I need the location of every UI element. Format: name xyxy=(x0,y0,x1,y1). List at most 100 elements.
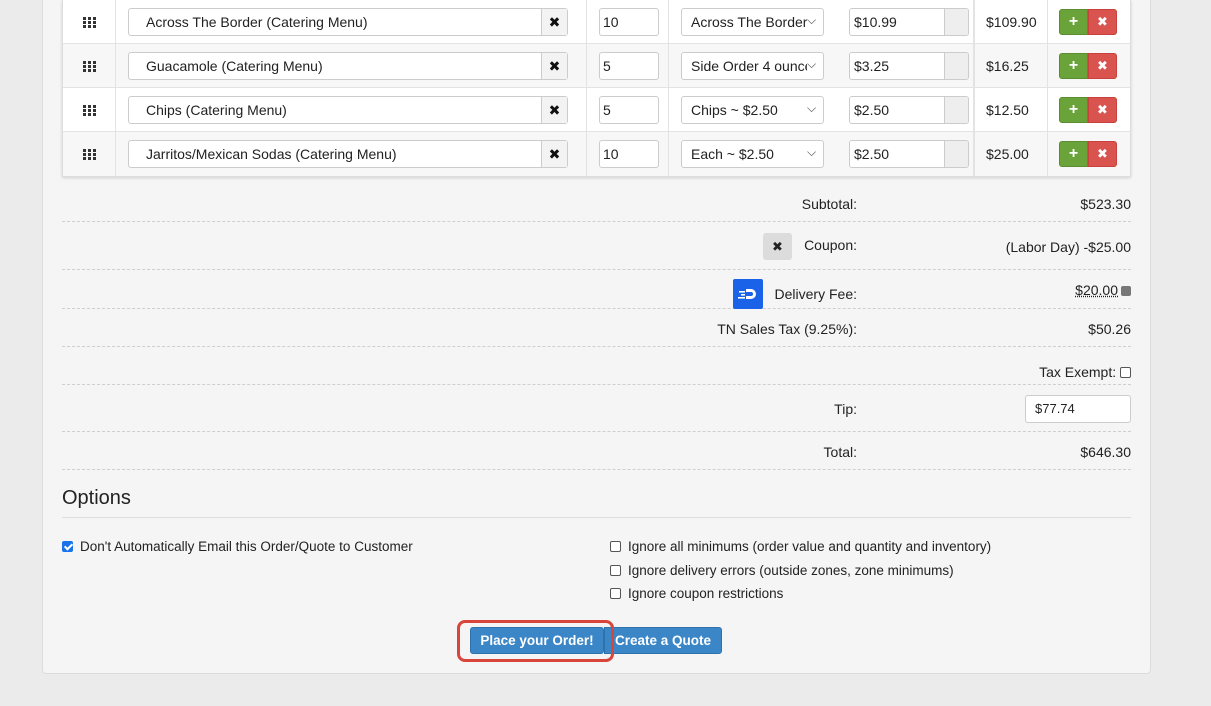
item-name-field[interactable]: Across The Border (Catering Menu) ✖ xyxy=(128,8,568,36)
ignore-minimums-option[interactable]: Ignore all minimums (order value and qua… xyxy=(610,539,991,554)
tax-exempt-control[interactable]: Tax Exempt: xyxy=(1039,364,1131,380)
item-option-select[interactable]: Each ~ $2.50 ⌵ xyxy=(681,140,824,168)
table-row: Across The Border (Catering Menu) ✖ 10 A… xyxy=(63,0,1130,44)
options-divider xyxy=(62,517,1131,518)
highlight-annotation xyxy=(457,620,614,662)
item-option-value: Across The Border xyxy=(691,14,808,30)
line-total: $25.00 xyxy=(986,146,1029,162)
tax-exempt-row: Tax Exempt: xyxy=(62,347,1131,385)
tip-label: Tip: xyxy=(834,401,857,417)
quantity-input[interactable]: 10 xyxy=(599,140,659,168)
quantity-input[interactable]: 5 xyxy=(599,96,659,124)
delivery-fee-label: Delivery Fee: xyxy=(774,286,857,302)
dont-email-option[interactable]: Don't Automatically Email this Order/Quo… xyxy=(62,539,413,554)
subtotal-row: Subtotal: $523.30 xyxy=(62,176,1131,222)
ignore-delivery-option[interactable]: Ignore delivery errors (outside zones, z… xyxy=(610,563,954,578)
add-row-button[interactable]: + xyxy=(1059,9,1088,35)
delete-row-button[interactable]: ✖ xyxy=(1088,97,1117,123)
item-option-select[interactable]: Side Order 4 ounce ⌵ xyxy=(681,52,824,80)
ignore-minimums-label: Ignore all minimums (order value and qua… xyxy=(628,539,992,554)
table-row: Chips (Catering Menu) ✖ 5 Chips ~ $2.50 … xyxy=(63,88,1130,132)
price-value: $2.50 xyxy=(850,97,945,123)
tax-label: TN Sales Tax (9.25%): xyxy=(717,321,857,337)
ignore-delivery-checkbox[interactable] xyxy=(610,565,621,576)
quantity-input[interactable]: 5 xyxy=(599,52,659,80)
add-row-button[interactable]: + xyxy=(1059,53,1088,79)
delete-row-button[interactable]: ✖ xyxy=(1088,9,1117,35)
item-name: Jarritos/Mexican Sodas (Catering Menu) xyxy=(146,146,397,162)
price-input[interactable]: $2.50 xyxy=(849,140,969,168)
item-option-value: Chips ~ $2.50 xyxy=(691,102,778,118)
coupon-row: ✖ Coupon: (Labor Day) -$25.00 xyxy=(62,222,1131,270)
item-option-select[interactable]: Across The Border ⌵ xyxy=(681,8,824,36)
price-input[interactable]: $10.99 xyxy=(849,8,969,36)
quantity-input[interactable]: 10 xyxy=(599,8,659,36)
total-value: $646.30 xyxy=(1080,444,1131,460)
tax-exempt-label: Tax Exempt: xyxy=(1039,364,1117,380)
drag-handle[interactable] xyxy=(63,88,116,132)
add-row-button[interactable]: + xyxy=(1059,97,1088,123)
grip-icon xyxy=(82,16,96,28)
item-option-value: Each ~ $2.50 xyxy=(691,146,774,162)
remove-coupon-button[interactable]: ✖ xyxy=(763,233,792,260)
order-items-table: Across The Border (Catering Menu) ✖ 10 A… xyxy=(62,0,1131,177)
dont-email-label: Don't Automatically Email this Order/Quo… xyxy=(80,539,413,554)
line-total: $109.90 xyxy=(986,14,1037,30)
line-total: $12.50 xyxy=(986,102,1029,118)
delete-row-button[interactable]: ✖ xyxy=(1088,141,1117,167)
price-value: $10.99 xyxy=(850,9,945,35)
item-name-field[interactable]: Jarritos/Mexican Sodas (Catering Menu) ✖ xyxy=(128,140,568,168)
clear-item-button[interactable]: ✖ xyxy=(541,97,567,123)
options-heading: Options xyxy=(62,487,131,509)
ignore-coupon-option[interactable]: Ignore coupon restrictions xyxy=(610,586,783,601)
coupon-label: Coupon: xyxy=(804,237,857,253)
item-name: Across The Border (Catering Menu) xyxy=(146,14,368,30)
price-input[interactable]: $2.50 xyxy=(849,96,969,124)
tax-exempt-checkbox[interactable] xyxy=(1120,367,1131,378)
add-row-button[interactable]: + xyxy=(1059,141,1088,167)
ignore-minimums-checkbox[interactable] xyxy=(610,541,621,552)
tax-row: TN Sales Tax (9.25%): $50.26 xyxy=(62,309,1131,347)
chevron-down-icon: ⌵ xyxy=(807,145,821,163)
item-name: Guacamole (Catering Menu) xyxy=(146,58,323,74)
item-option-value: Side Order 4 ounce xyxy=(691,58,813,74)
drag-handle[interactable] xyxy=(63,0,116,44)
chevron-down-icon: ⌵ xyxy=(807,13,821,31)
chevron-down-icon: ⌵ xyxy=(807,57,821,75)
dont-email-checkbox[interactable] xyxy=(62,541,73,552)
tip-row: Tip: $77.74 xyxy=(62,385,1131,432)
item-name: Chips (Catering Menu) xyxy=(146,102,287,118)
total-label: Total: xyxy=(823,444,857,460)
subtotal-value: $523.30 xyxy=(1080,196,1131,212)
delivery-fee-amount: $20.00 xyxy=(1075,282,1118,298)
grip-icon xyxy=(82,148,96,160)
create-quote-button[interactable]: Create a Quote xyxy=(604,627,722,654)
ignore-coupon-label: Ignore coupon restrictions xyxy=(628,586,784,601)
coupon-value: (Labor Day) -$25.00 xyxy=(1005,239,1131,255)
delivery-fee-row: Delivery Fee: $20.00 xyxy=(62,270,1131,309)
tip-input[interactable]: $77.74 xyxy=(1025,395,1131,423)
subtotal-label: Subtotal: xyxy=(801,196,857,212)
clear-item-button[interactable]: ✖ xyxy=(541,9,567,35)
price-value: $2.50 xyxy=(850,141,945,167)
ignore-delivery-label: Ignore delivery errors (outside zones, z… xyxy=(628,563,954,578)
clear-item-button[interactable]: ✖ xyxy=(541,53,567,79)
doordash-logo-icon xyxy=(733,279,763,309)
drag-handle[interactable] xyxy=(63,44,116,88)
item-option-select[interactable]: Chips ~ $2.50 ⌵ xyxy=(681,96,824,124)
delete-row-button[interactable]: ✖ xyxy=(1088,53,1117,79)
item-name-field[interactable]: Guacamole (Catering Menu) ✖ xyxy=(128,52,568,80)
drag-handle[interactable] xyxy=(63,132,116,176)
total-row: Total: $646.30 xyxy=(62,432,1131,470)
grip-icon xyxy=(82,104,96,116)
delivery-fee-value[interactable]: $20.00 xyxy=(1075,282,1131,298)
edit-icon[interactable] xyxy=(1121,286,1131,296)
chevron-down-icon: ⌵ xyxy=(807,101,821,119)
ignore-coupon-checkbox[interactable] xyxy=(610,588,621,599)
item-name-field[interactable]: Chips (Catering Menu) ✖ xyxy=(128,96,568,124)
tax-value: $50.26 xyxy=(1088,321,1131,337)
clear-item-button[interactable]: ✖ xyxy=(541,141,567,167)
grip-icon xyxy=(82,60,96,72)
line-total: $16.25 xyxy=(986,58,1029,74)
price-input[interactable]: $3.25 xyxy=(849,52,969,80)
